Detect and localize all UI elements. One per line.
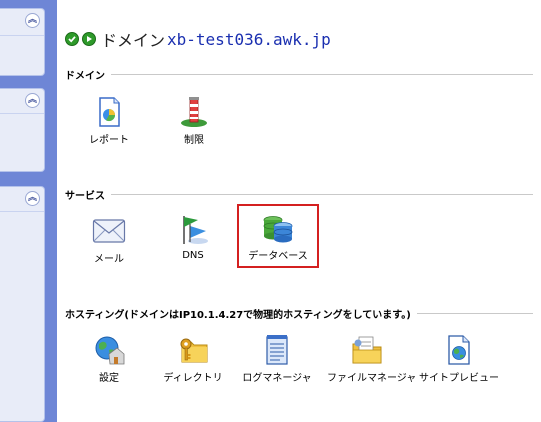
page-title: ドメイン xb-test036.awk.jp [65, 28, 331, 50]
sidebar-panel-3: ︽ [0, 186, 45, 422]
status-ok-icon [65, 32, 79, 46]
sidebar-panel-1: ︽ [0, 8, 45, 76]
section-domain-header: ドメイン [65, 67, 533, 82]
tool-report-label: レポート [89, 135, 129, 146]
section-services-label: サービス [65, 190, 105, 202]
sidebar-panel-2: ︽ [0, 88, 45, 172]
tool-dns[interactable]: DNS [153, 214, 233, 261]
tool-limits[interactable]: 制限 [154, 96, 234, 146]
sidebar: ︽ ︽ ︽ [0, 0, 57, 422]
limits-icon [181, 97, 207, 127]
section-hosting-header: ホスティング(ドメインはIP10.1.4.27で物理的ホスティングをしています。… [65, 306, 533, 321]
tool-file-manager[interactable]: ファイルマネージャ [327, 334, 417, 384]
report-icon [99, 97, 120, 127]
section-divider [416, 312, 533, 314]
tool-dns-label: DNS [182, 250, 204, 261]
tool-log-manager[interactable]: ログマネージャ [237, 334, 317, 384]
tool-limits-label: 制限 [184, 135, 204, 146]
tool-site-preview[interactable]: サイトプレビュー [419, 334, 499, 384]
tool-directory[interactable]: ディレクトリ [153, 334, 233, 384]
tool-log-manager-label: ログマネージャ [242, 373, 312, 384]
collapse-chevron-icon[interactable]: ︽ [25, 191, 40, 206]
tool-directory-label: ディレクトリ [163, 373, 223, 384]
tool-settings-label: 設定 [99, 373, 119, 384]
collapse-chevron-icon[interactable]: ︽ [25, 13, 40, 28]
database-icon [263, 216, 293, 243]
site-preview-icon [448, 335, 470, 365]
mail-icon [92, 219, 126, 243]
tool-site-preview-label: サイトプレビュー [419, 373, 499, 384]
tool-report[interactable]: レポート [69, 96, 149, 146]
page-title-label: ドメイン [101, 31, 166, 50]
file-manager-icon [352, 336, 382, 364]
tool-mail[interactable]: メール [69, 218, 149, 265]
tool-database[interactable]: データベース [238, 214, 318, 262]
tool-mail-label: メール [94, 254, 124, 265]
settings-globe-icon [95, 336, 125, 365]
section-divider [111, 73, 533, 75]
tool-file-manager-label: ファイルマネージャ [327, 373, 417, 384]
folder-key-icon [180, 338, 208, 363]
dns-flag-icon [183, 216, 208, 244]
status-running-icon [82, 32, 96, 46]
log-document-icon [266, 335, 288, 365]
section-domain-label: ドメイン [65, 70, 105, 82]
section-services-header: サービス [65, 187, 533, 202]
tool-database-label: データベース [248, 251, 308, 262]
collapse-chevron-icon[interactable]: ︽ [25, 93, 40, 108]
tool-settings[interactable]: 設定 [69, 334, 149, 384]
section-hosting-label: ホスティング(ドメインはIP10.1.4.27で物理的ホスティングをしています。… [65, 309, 411, 321]
main-content: ドメイン xb-test036.awk.jp ドメイン レポート 制限 サービス [57, 0, 541, 422]
domain-name-link[interactable]: xb-test036.awk.jp [167, 30, 331, 49]
section-divider [111, 193, 533, 195]
